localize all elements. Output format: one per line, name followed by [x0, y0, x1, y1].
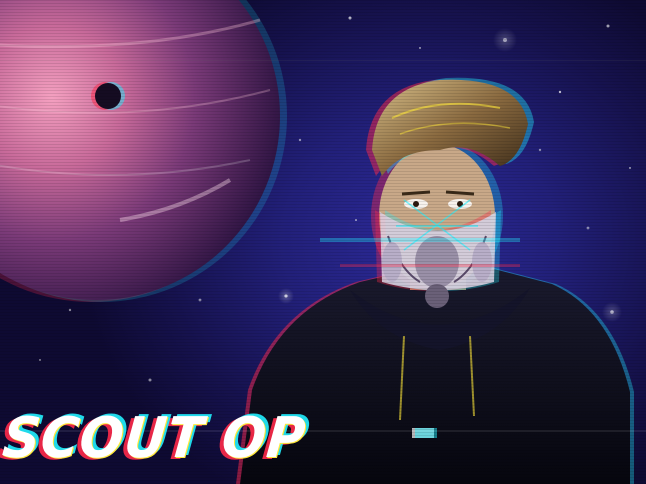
planet-icon: [0, 0, 287, 302]
artwork-canvas: SCOUT OP SCOUT OP SCOUT OP SCOUT OP: [0, 0, 646, 484]
moon-icon: [91, 82, 125, 110]
artwork-title: SCOUT OP SCOUT OP SCOUT OP SCOUT OP: [0, 404, 346, 478]
title-text: SCOUT OP: [0, 406, 309, 471]
chest-logo: [412, 428, 437, 438]
